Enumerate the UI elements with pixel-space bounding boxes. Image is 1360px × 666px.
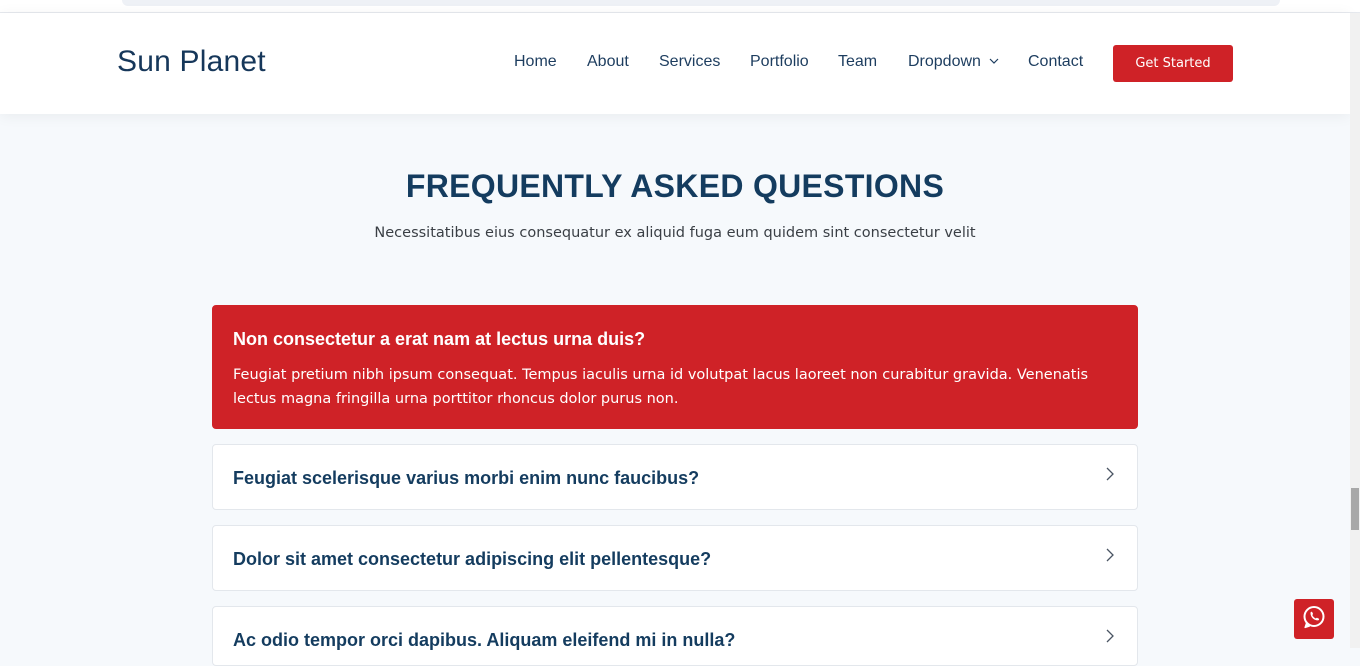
nav-dropdown[interactable]: Dropdown [908, 53, 999, 71]
page-scrollbar[interactable] [1350, 13, 1360, 648]
whatsapp-icon [1301, 604, 1327, 635]
faq-question[interactable]: Feugiat scelerisque varius morbi enim nu… [233, 468, 699, 489]
faq-item-3[interactable]: Dolor sit amet consectetur adipiscing el… [212, 525, 1138, 591]
faq-answer: Feugiat pretium nibh ipsum consequat. Te… [233, 367, 1089, 407]
nav-home[interactable]: Home [514, 53, 557, 71]
nav-dropdown-label: Dropdown [908, 53, 981, 71]
section-subtitle: Necessitatibus eius consequatur ex aliqu… [374, 225, 976, 241]
faq-item-4[interactable]: Ac odio tempor orci dapibus. Aliquam ele… [212, 606, 1138, 666]
chevron-right-icon[interactable] [1105, 466, 1115, 487]
chevron-down-icon [989, 53, 999, 71]
site-logo[interactable]: Sun Planet [117, 45, 266, 79]
nav-about[interactable]: About [587, 53, 629, 71]
faq-item-2[interactable]: Feugiat scelerisque varius morbi enim nu… [212, 444, 1138, 510]
nav-contact[interactable]: Contact [1028, 53, 1083, 71]
nav-services[interactable]: Services [659, 53, 720, 71]
section-title: FREQUENTLY ASKED QUESTIONS [405, 168, 945, 204]
chevron-right-icon[interactable] [1105, 547, 1115, 568]
scrollbar-thumb[interactable] [1351, 488, 1359, 530]
faq-question[interactable]: Non consectetur a erat nam at lectus urn… [233, 329, 645, 350]
nav-portfolio[interactable]: Portfolio [750, 53, 809, 71]
faq-question[interactable]: Dolor sit amet consectetur adipiscing el… [233, 549, 711, 570]
whatsapp-button[interactable] [1294, 599, 1334, 639]
nav-team[interactable]: Team [838, 53, 877, 71]
get-started-button[interactable]: Get Started [1113, 45, 1233, 82]
address-bar-edge [122, 0, 1280, 6]
faq-item-1[interactable]: Non consectetur a erat nam at lectus urn… [212, 305, 1138, 429]
site-header: Sun Planet Home About Services Portfolio… [0, 13, 1350, 114]
chevron-right-icon[interactable] [1105, 628, 1115, 649]
browser-top-strip [0, 0, 1360, 13]
